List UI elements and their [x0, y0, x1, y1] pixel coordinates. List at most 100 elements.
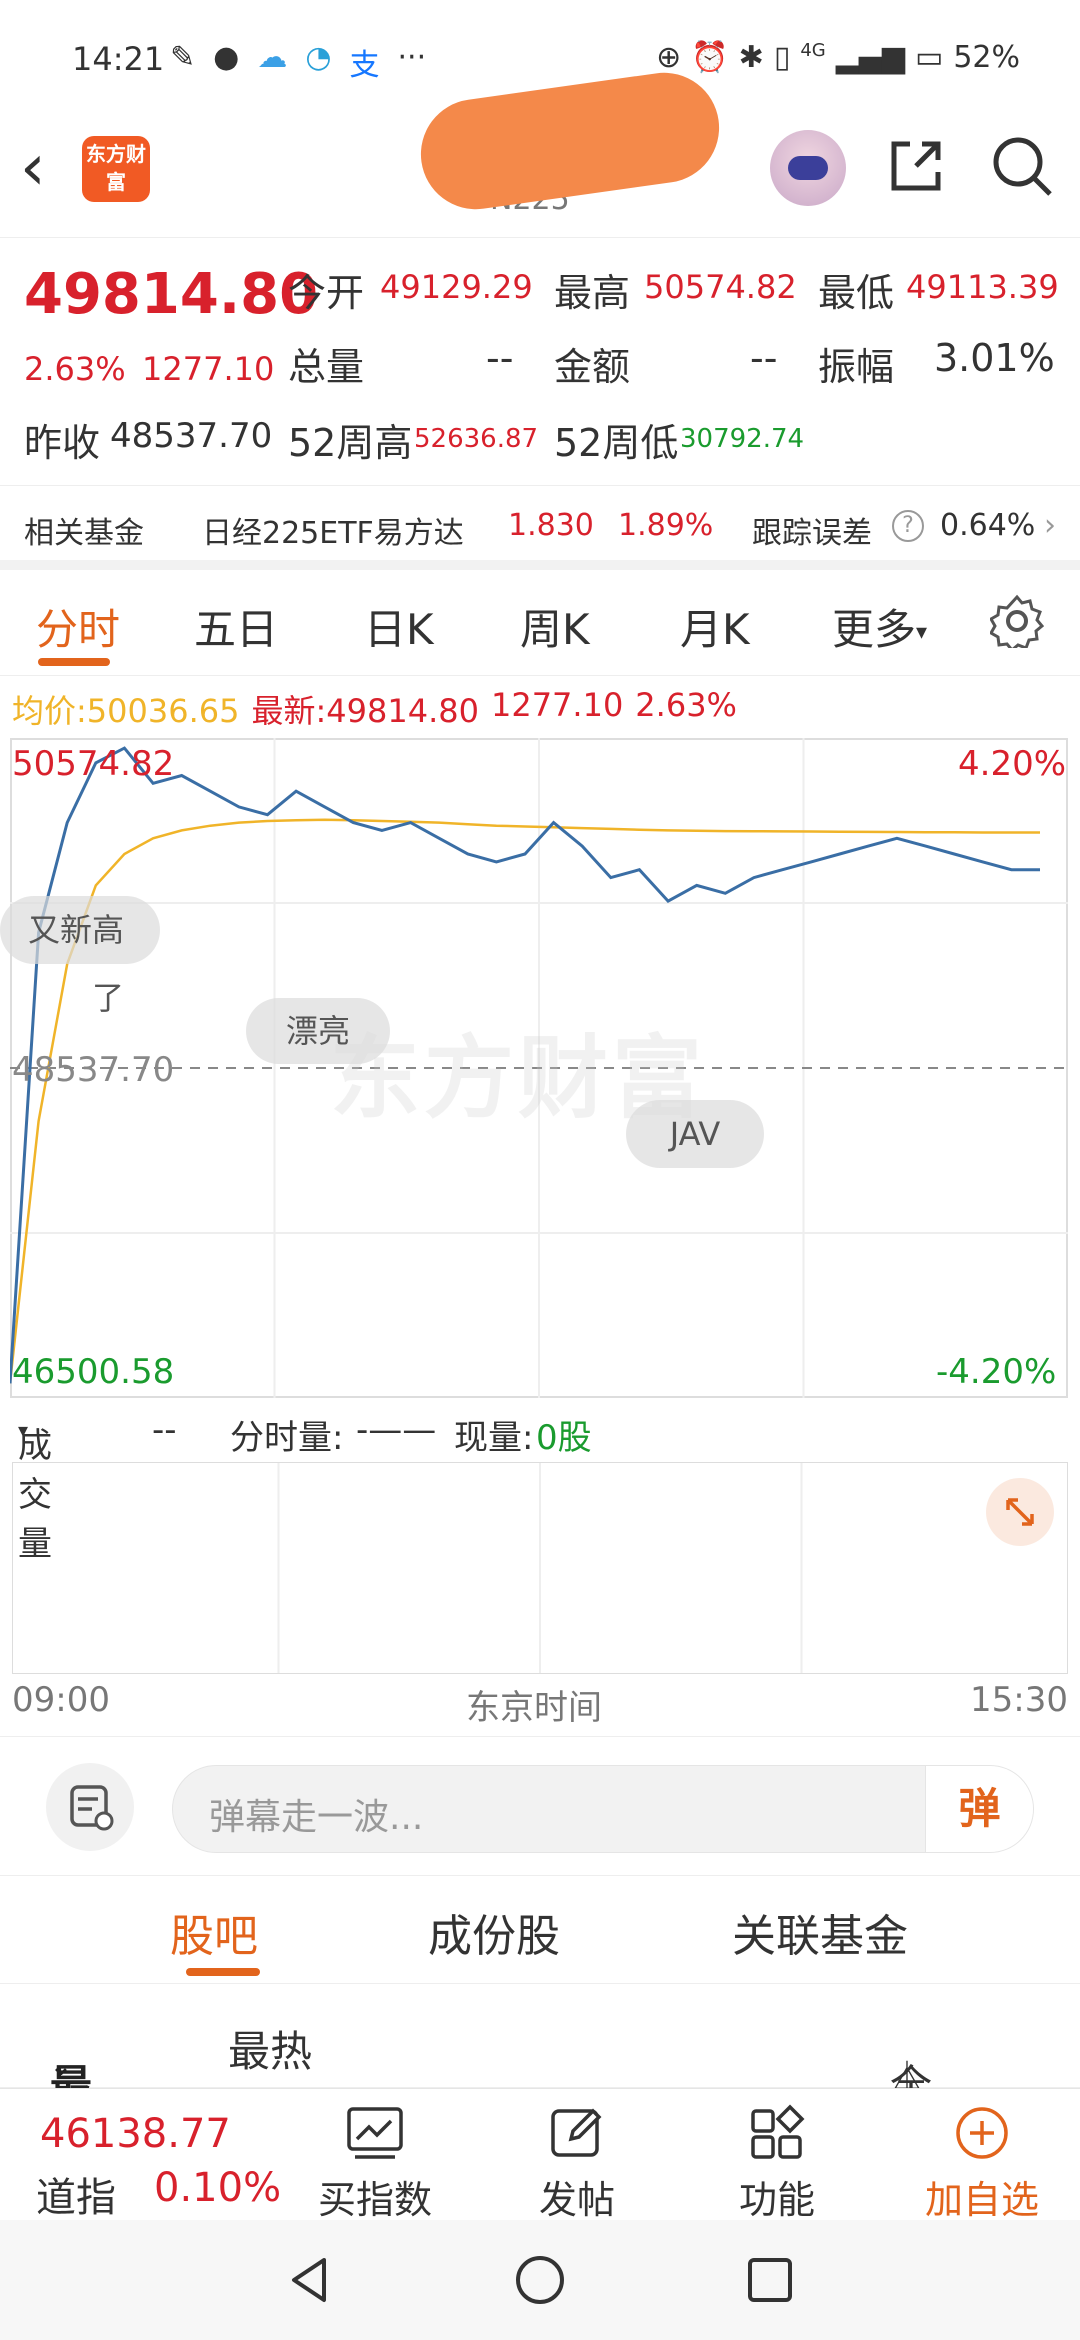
- status-right: ⊕ ⏰ ✱ ▯ 4G ▂▄▆ ▭ 52%: [656, 40, 1020, 75]
- tab-more[interactable]: 更多▾: [832, 596, 927, 657]
- fsl-label: 分时量:: [230, 1418, 344, 1458]
- volume-value: --: [152, 1410, 177, 1450]
- function-button[interactable]: 功能: [702, 2089, 852, 2222]
- expand-icon[interactable]: [986, 1478, 1054, 1546]
- feather-icon: ✎: [170, 40, 196, 75]
- tab-underline: [38, 658, 110, 666]
- help-icon[interactable]: ?: [892, 510, 924, 542]
- status-time: 14:21: [72, 40, 165, 78]
- back-nav-icon[interactable]: [280, 2250, 340, 2310]
- sort-hot[interactable]: 最热: [228, 2018, 312, 2079]
- danmu-bar: 弹幕走一波... 弹: [0, 1736, 1080, 1876]
- battery-icon: ▭: [914, 40, 944, 75]
- home-nav-icon[interactable]: [510, 2250, 570, 2310]
- w52-high-value: 52636.87: [414, 424, 539, 454]
- buy-index-label: 买指数: [317, 2178, 432, 2222]
- danmu-settings-icon[interactable]: [46, 1763, 134, 1851]
- high-label: 最高: [554, 271, 631, 315]
- signal-icon: ▂▄▆: [835, 40, 905, 75]
- current-vol-value: 0股: [536, 1418, 592, 1458]
- tracking-error-value: 0.64%: [940, 508, 1036, 543]
- system-nav: [0, 2220, 1080, 2340]
- change-value: 1277.10: [142, 350, 275, 388]
- gear-icon[interactable]: [990, 594, 1044, 648]
- danmu-input[interactable]: 弹幕走一波... 弹: [172, 1765, 1034, 1853]
- w52-low-label: 52周低: [554, 421, 679, 465]
- vibrate-icon: ▯: [773, 40, 791, 75]
- w52-high-label: 52周高: [288, 421, 413, 465]
- amount-label: 金额: [554, 345, 631, 389]
- chart-high-pct: 4.20%: [958, 744, 1067, 784]
- volume-chart: [12, 1462, 1068, 1674]
- tab-more-label: 更多: [832, 605, 917, 654]
- tab-five-day[interactable]: 五日: [194, 596, 278, 657]
- volume-label: 总量: [288, 345, 365, 389]
- weather-icon: ☁: [257, 40, 288, 75]
- change-pct: 2.63%: [24, 350, 126, 388]
- share-icon[interactable]: [886, 136, 946, 196]
- time-zone: 东京时间: [466, 1688, 602, 1728]
- nfc-icon: ⊕: [656, 40, 682, 75]
- tab-related-funds[interactable]: 关联基金: [732, 1900, 908, 1964]
- battery-level: 52%: [953, 40, 1020, 75]
- search-icon[interactable]: [990, 134, 1054, 198]
- tab-weekly-k[interactable]: 周K: [520, 596, 590, 657]
- latest-change: 1277.10: [490, 686, 624, 724]
- grid-icon: [751, 2104, 805, 2159]
- quote-panel: 49814.80 2.63% 1277.10 今开 49129.29 最高 50…: [0, 240, 1080, 486]
- tab-monthly-k[interactable]: 月K: [680, 596, 750, 657]
- danmu-send-button[interactable]: 弹: [925, 1766, 1033, 1852]
- bottom-bar: 46138.77 道指 0.10% 买指数 发帖 功能 加自选: [0, 2088, 1080, 2222]
- dji-ticker[interactable]: 46138.77 道指 0.10%: [0, 2089, 290, 2221]
- tab-daily-k[interactable]: 日K: [364, 596, 434, 657]
- chart-mid-label: 48537.70: [12, 1050, 175, 1090]
- avg-label: 均价:: [12, 692, 87, 730]
- plus-circle-icon: [956, 2107, 1008, 2159]
- back-icon[interactable]: ‹: [20, 136, 46, 200]
- ai-assistant-icon[interactable]: [770, 130, 846, 206]
- post-button[interactable]: 发帖: [502, 2089, 652, 2222]
- time-end: 15:30: [970, 1680, 1068, 1720]
- dji-label: 道指: [36, 2175, 116, 2221]
- fund-label: 相关基金: [24, 516, 144, 551]
- sub-tabs: 股吧 成份股 关联基金: [0, 1878, 1080, 1984]
- latest-pct: 2.63%: [635, 686, 737, 724]
- chat-bubble-icon: ◔: [305, 40, 332, 75]
- amplitude-label: 振幅: [818, 345, 895, 389]
- fund-price: 1.830: [508, 508, 594, 543]
- tab-guba[interactable]: 股吧: [170, 1900, 258, 1964]
- open-label: 今开: [288, 271, 365, 315]
- avg-price: 均价:50036.65: [12, 686, 239, 732]
- fund-name[interactable]: 日经225ETF易方达: [202, 508, 464, 552]
- open-value: 49129.29: [380, 268, 533, 306]
- dropdown-icon: ▾: [18, 1418, 29, 1442]
- amount-value: --: [750, 336, 778, 380]
- amplitude-value: 3.01%: [934, 336, 1055, 380]
- chart-icon: [347, 2107, 403, 2159]
- edit-icon: [551, 2108, 602, 2157]
- latest-price: 最新:49814.80: [251, 686, 478, 732]
- buy-index-button[interactable]: 买指数: [300, 2089, 450, 2222]
- more-icon: ···: [397, 40, 427, 75]
- add-watchlist-button[interactable]: 加自选: [902, 2089, 1062, 2222]
- tab-constituents[interactable]: 成份股: [428, 1900, 560, 1964]
- w52-low-value: 30792.74: [680, 424, 805, 454]
- alarm-icon: ⏰: [691, 40, 729, 75]
- time-start: 09:00: [12, 1680, 110, 1720]
- dji-pct: 0.10%: [154, 2165, 282, 2211]
- volume-value: --: [486, 336, 514, 380]
- chat-icon: ●: [213, 40, 240, 75]
- prev-close-label: 昨收: [24, 421, 101, 465]
- prev-close-value: 48537.70: [110, 416, 273, 456]
- notification-icons: ✎ ● ☁ ◔ 支 ···: [170, 40, 426, 84]
- brand-logo: 东方财富: [82, 136, 150, 202]
- avg-value: 50036.65: [86, 692, 240, 730]
- post-label: 发帖: [538, 2178, 615, 2222]
- current-vol-label: 现量:: [454, 1418, 534, 1458]
- related-fund-row[interactable]: 相关基金 日经225ETF易方达 1.830 1.89% 跟踪误差 ? 0.64…: [0, 486, 1080, 570]
- filter-row: 最新 ⌄ 最热 ⏃ 全部: [0, 1984, 1080, 2171]
- low-value: 49113.39: [906, 268, 1059, 306]
- recent-nav-icon[interactable]: [740, 2250, 800, 2310]
- tab-intraday[interactable]: 分时: [36, 596, 120, 657]
- bluetooth-icon: ✱: [738, 40, 764, 75]
